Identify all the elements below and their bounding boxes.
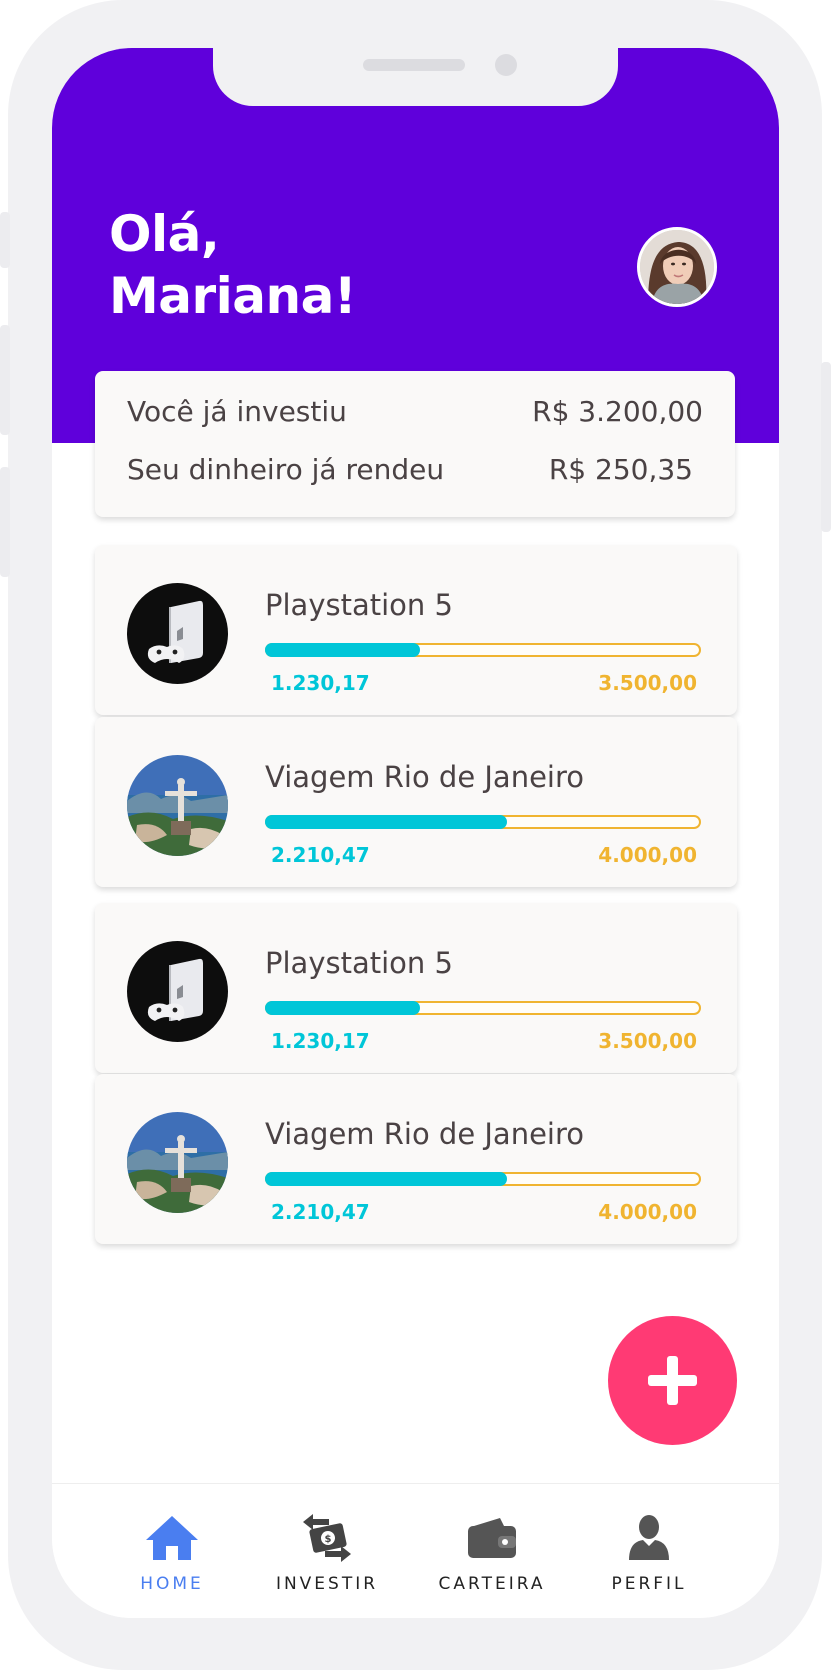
svg-text:$: $ (325, 1534, 332, 1545)
nav-item-carteira[interactable]: CARTEIRA (422, 1484, 562, 1618)
goal-card[interactable]: Playstation 5 1.230,17 3.500,00 (95, 903, 737, 1073)
nav-label-carteira: CARTEIRA (438, 1574, 546, 1594)
wallet-icon (468, 1518, 516, 1558)
goal-progress-fill (265, 1001, 421, 1015)
goal-progress-bar (265, 1001, 701, 1015)
speaker-grille (363, 59, 465, 71)
goal-saved-amount: 1.230,17 (271, 1029, 370, 1053)
nav-item-home[interactable]: HOME (102, 1484, 242, 1618)
playstation-5-image (127, 941, 228, 1042)
goal-progress-fill (265, 815, 507, 829)
goal-title: Playstation 5 (265, 588, 453, 622)
home-icon (146, 1516, 198, 1560)
goal-target-amount: 4.000,00 (598, 1200, 697, 1224)
goal-progress-bar (265, 1172, 701, 1186)
phone-side-button (0, 212, 10, 268)
phone-side-button (0, 325, 10, 435)
playstation-5-image (127, 583, 228, 684)
goal-title: Playstation 5 (265, 946, 453, 980)
avatar[interactable] (637, 227, 717, 307)
goal-progress-fill (265, 1172, 507, 1186)
goal-card[interactable]: Viagem Rio de Janeiro 2.210,47 4.000,00 (95, 717, 737, 887)
rio-de-janeiro-image (127, 1112, 228, 1213)
bottom-navigation: HOME $ INVESTIR CARTEIRA PERFIL (52, 1483, 779, 1618)
goal-saved-amount: 1.230,17 (271, 671, 370, 695)
front-camera (495, 54, 517, 76)
earned-label: Seu dinheiro já rendeu (127, 453, 445, 486)
goal-target-amount: 3.500,00 (598, 671, 697, 695)
goal-saved-amount: 2.210,47 (271, 1200, 370, 1224)
goal-saved-amount: 2.210,47 (271, 843, 370, 867)
rio-de-janeiro-image (127, 755, 228, 856)
avatar-photo (640, 230, 714, 304)
goal-title: Viagem Rio de Janeiro (265, 760, 585, 794)
plus-icon (667, 1356, 678, 1405)
nav-item-investir[interactable]: $ INVESTIR (257, 1484, 397, 1618)
goal-target-amount: 4.000,00 (598, 843, 697, 867)
goal-progress-fill (265, 643, 421, 657)
goal-progress-bar (265, 815, 701, 829)
goal-card[interactable]: Viagem Rio de Janeiro 2.210,47 4.000,00 (95, 1074, 737, 1244)
goal-card[interactable]: Playstation 5 1.230,17 3.500,00 (95, 545, 737, 715)
goal-target-amount: 3.500,00 (598, 1029, 697, 1053)
earned-row: Seu dinheiro já rendeu R$ 250,35 (127, 450, 703, 490)
app-screen: Olá, Mariana! Você já investiu R$ 3.200,… (52, 48, 779, 1618)
phone-notch (213, 48, 618, 106)
invested-row: Você já investiu R$ 3.200,00 (127, 392, 703, 432)
goal-progress-bar (265, 643, 701, 657)
goal-title: Viagem Rio de Janeiro (265, 1117, 585, 1151)
user-icon (629, 1515, 669, 1560)
invested-value: R$ 3.200,00 (532, 395, 703, 428)
nav-label-home: HOME (140, 1574, 204, 1594)
phone-side-button (0, 467, 10, 577)
add-goal-button[interactable] (608, 1316, 737, 1445)
investment-summary-card: Você já investiu R$ 3.200,00 Seu dinheir… (95, 371, 735, 517)
nav-item-perfil[interactable]: PERFIL (579, 1484, 719, 1618)
greeting-line-1: Olá, (109, 205, 220, 263)
money-transfer-icon: $ (303, 1514, 351, 1562)
phone-side-button (821, 362, 831, 532)
nav-label-investir: INVESTIR (275, 1574, 379, 1594)
nav-label-perfil: PERFIL (611, 1574, 687, 1594)
earned-value: R$ 250,35 (548, 453, 693, 486)
greeting-line-2: Mariana! (109, 267, 357, 325)
invested-label: Você já investiu (127, 395, 347, 428)
greeting: Olá, Mariana! (109, 203, 357, 327)
